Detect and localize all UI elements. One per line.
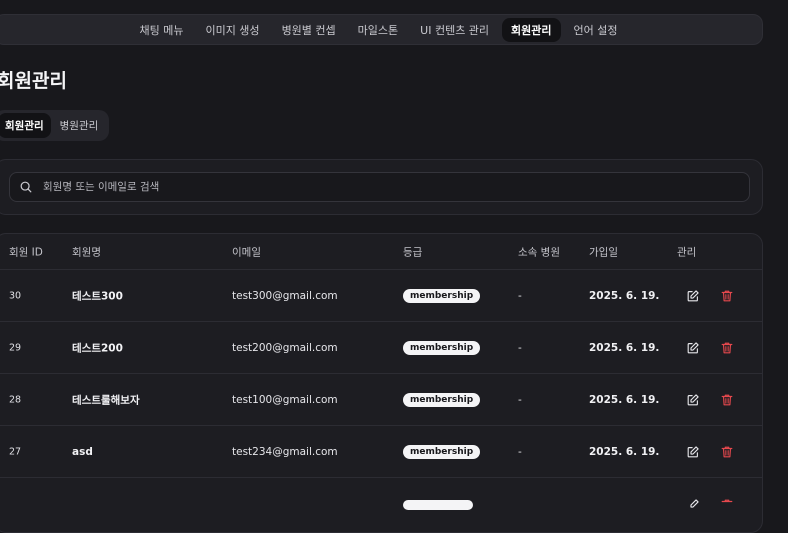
member-id: 29: [9, 342, 22, 353]
member-name: 테스트룰해보자: [72, 394, 140, 406]
row-actions: [686, 341, 734, 355]
table-header-row: 회원 ID 회원명 이메일 등급 소속 병원 가입일 관리: [0, 234, 762, 270]
member-hospital: -: [518, 341, 522, 354]
grade-badge: membership: [403, 340, 481, 355]
table-row: 30 테스트300 test300@gmail.com membership -…: [0, 270, 762, 322]
member-email: test300@gmail.com: [232, 289, 338, 302]
row-actions: [686, 498, 734, 512]
trash-icon[interactable]: [720, 393, 734, 407]
column-header-joined: 가입일: [589, 246, 618, 258]
trash-icon[interactable]: [720, 498, 734, 512]
search-panel: [0, 159, 763, 215]
search-box[interactable]: [9, 172, 750, 202]
member-name: 테스트300: [72, 290, 123, 302]
subtab-bar: 회원관리 병원관리: [0, 110, 110, 141]
grade-badge: [403, 500, 473, 510]
nav-item-milestone[interactable]: 마일스톤: [349, 18, 407, 42]
search-icon: [20, 181, 32, 193]
column-header-grade: 등급: [403, 246, 423, 258]
row-actions: [686, 289, 734, 303]
edit-icon[interactable]: [686, 393, 700, 407]
nav-item-ui-content[interactable]: UI 컨텐츠 관리: [411, 18, 498, 42]
grade-badge: membership: [403, 444, 481, 459]
column-header-hospital: 소속 병원: [518, 246, 560, 258]
member-id: 30: [9, 290, 22, 301]
nav-item-chat-menu[interactable]: 채팅 메뉴: [130, 18, 192, 42]
tab-member-management[interactable]: 회원관리: [0, 113, 51, 138]
member-table: 회원 ID 회원명 이메일 등급 소속 병원 가입일 관리 30 테스트300 …: [0, 233, 763, 533]
member-hospital: -: [518, 289, 522, 302]
tab-hospital-management[interactable]: 병원관리: [53, 113, 106, 138]
page-title: 회원관리: [0, 70, 67, 92]
column-header-id: 회원 ID: [9, 246, 43, 258]
member-hospital: -: [518, 445, 522, 458]
member-joined-date: 2025. 6. 19.: [589, 289, 660, 302]
table-row: 27 asd test234@gmail.com membership - 20…: [0, 426, 762, 478]
grade-badge: membership: [403, 288, 481, 303]
top-nav: 채팅 메뉴 이미지 생성 병원별 컨셉 마일스톤 UI 컨텐츠 관리 회원관리 …: [0, 14, 763, 45]
edit-icon[interactable]: [686, 498, 700, 512]
trash-icon[interactable]: [720, 289, 734, 303]
member-name: 테스트200: [72, 342, 123, 354]
member-email: test200@gmail.com: [232, 341, 338, 354]
row-actions: [686, 393, 734, 407]
nav-item-language-settings[interactable]: 언어 설정: [565, 18, 627, 42]
member-joined-date: 2025. 6. 19.: [589, 445, 660, 458]
table-row: [0, 478, 762, 529]
nav-item-hospital-concept[interactable]: 병원별 컨셉: [273, 18, 345, 42]
table-row: 29 테스트200 test200@gmail.com membership -…: [0, 322, 762, 374]
row-actions: [686, 445, 734, 459]
edit-icon[interactable]: [686, 341, 700, 355]
member-joined-date: 2025. 6. 19.: [589, 341, 660, 354]
trash-icon[interactable]: [720, 445, 734, 459]
member-joined-date: 2025. 6. 19.: [589, 393, 660, 406]
grade-badge: membership: [403, 392, 481, 407]
nav-item-member-management[interactable]: 회원관리: [502, 17, 561, 42]
trash-icon[interactable]: [720, 341, 734, 355]
column-header-email: 이메일: [232, 246, 261, 258]
member-email: test234@gmail.com: [232, 445, 338, 458]
search-input[interactable]: [41, 180, 749, 194]
member-id: 27: [9, 446, 22, 457]
member-name: asd: [72, 445, 93, 458]
edit-icon[interactable]: [686, 289, 700, 303]
member-email: test100@gmail.com: [232, 393, 338, 406]
member-hospital: -: [518, 393, 522, 406]
nav-item-image-generation[interactable]: 이미지 생성: [196, 18, 268, 42]
column-header-name: 회원명: [72, 246, 101, 258]
column-header-manage: 관리: [677, 246, 697, 258]
edit-icon[interactable]: [686, 445, 700, 459]
table-row: 28 테스트룰해보자 test100@gmail.com membership …: [0, 374, 762, 426]
member-id: 28: [9, 394, 22, 405]
